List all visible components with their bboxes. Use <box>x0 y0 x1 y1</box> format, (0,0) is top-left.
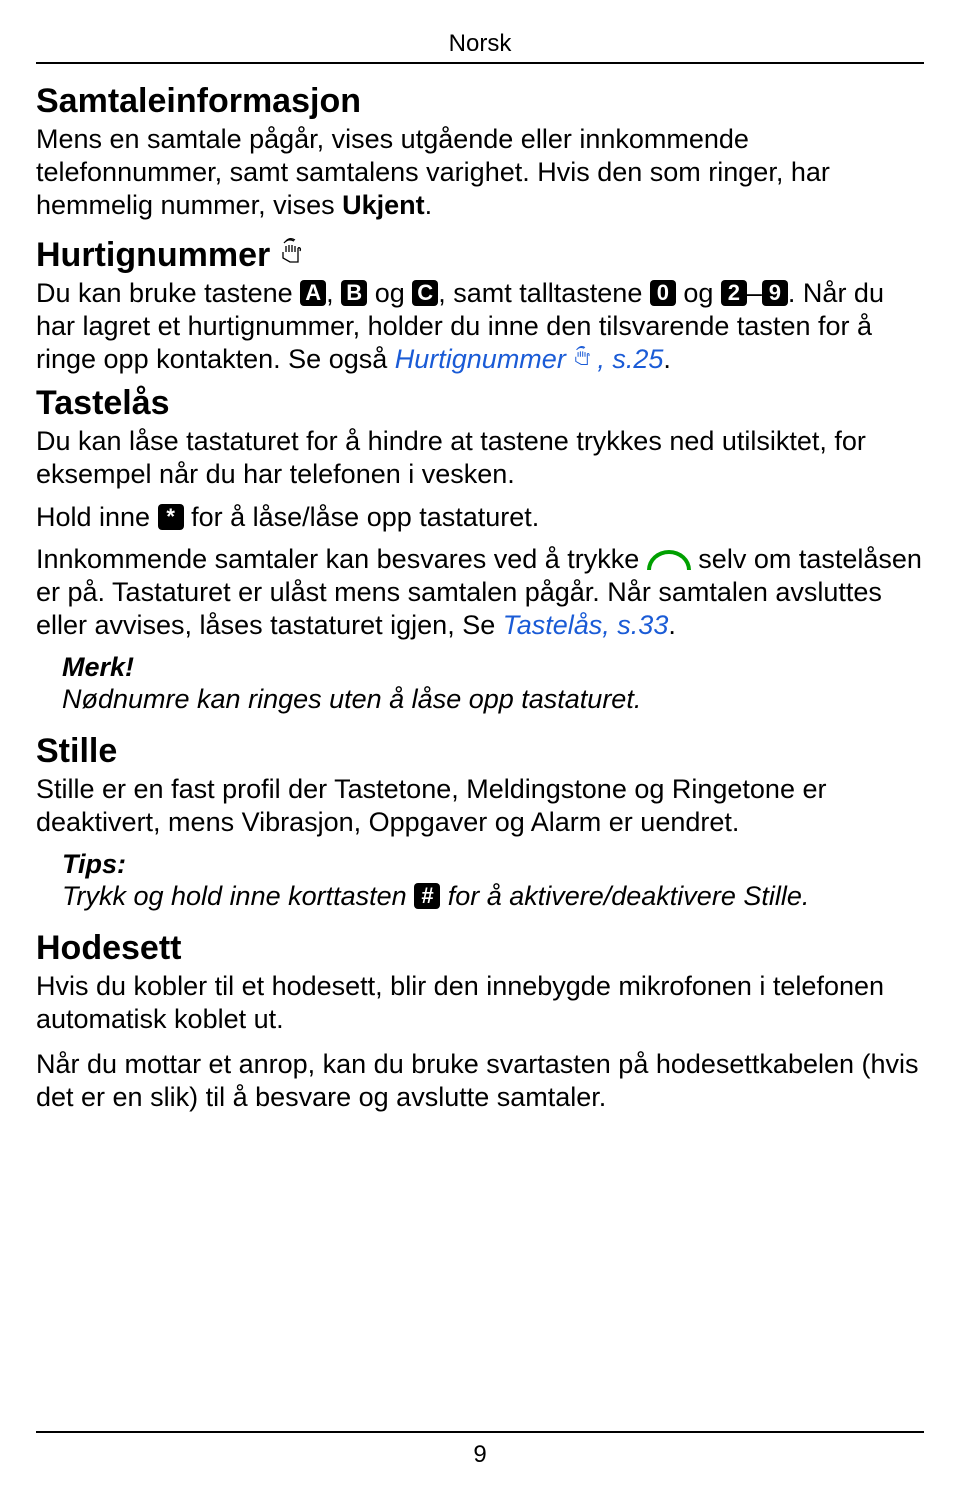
text: Innkommende samtaler kan besvares ved å … <box>36 544 647 574</box>
heading-hodesett: Hodesett <box>36 929 924 968</box>
paragraph-tastelas-3: Innkommende samtaler kan besvares ved å … <box>36 543 924 642</box>
text: og <box>676 278 721 308</box>
hand-icon <box>573 346 597 371</box>
text: Trykk og hold inne korttasten <box>62 881 414 911</box>
note-label: Merk! <box>62 652 924 683</box>
heading-stille: Stille <box>36 732 924 771</box>
paragraph-hodesett-2: Når du mottar et anrop, kan du bruke sva… <box>36 1048 924 1114</box>
paragraph-samtaleinformasjon: Mens en samtale pågår, vises utgående el… <box>36 123 924 222</box>
text: – <box>747 278 762 308</box>
page-language-header: Norsk <box>36 30 924 58</box>
key-9-icon: 9 <box>762 280 788 306</box>
paragraph-stille: Stille er en fast profil der Tastetone, … <box>36 773 924 839</box>
heading-samtaleinformasjon: Samtaleinformasjon <box>36 82 924 121</box>
note-merk: Merk! Nødnumre kan ringes uten å låse op… <box>36 652 924 716</box>
top-rule <box>36 62 924 64</box>
page-number: 9 <box>0 1441 960 1469</box>
text: Hold inne <box>36 502 158 532</box>
text: . <box>663 344 671 374</box>
hand-icon <box>280 238 310 269</box>
ref-page: , s.25 <box>597 344 663 374</box>
note-tips: Tips: Trykk og hold inne korttasten # fo… <box>36 849 924 913</box>
text-bold: Ukjent <box>342 190 425 220</box>
key-b-icon: B <box>341 280 367 306</box>
text: Du kan bruke tastene <box>36 278 300 308</box>
phone-answer-icon <box>647 550 691 570</box>
heading-tastelas: Tastelås <box>36 384 924 423</box>
crossref-hurtignummer: Hurtignummer , s.25 <box>395 344 664 374</box>
text: for å låse/låse opp tastaturet. <box>184 502 540 532</box>
paragraph-tastelas-1: Du kan låse tastaturet for å hindre at t… <box>36 425 924 491</box>
crossref-tastelas: Tastelås, s.33 <box>503 610 669 640</box>
text: , samt talltastene <box>438 278 650 308</box>
key-hash-icon: # <box>414 883 440 909</box>
key-0-icon: 0 <box>650 280 676 306</box>
bottom-rule <box>36 1431 924 1433</box>
text: og <box>367 278 412 308</box>
key-a-icon: A <box>300 280 326 306</box>
key-star-icon: * <box>158 504 184 530</box>
paragraph-tastelas-2: Hold inne * for å låse/låse opp tastatur… <box>36 501 924 534</box>
text: for å aktivere/deaktivere Stille. <box>440 881 809 911</box>
text: Mens en samtale pågår, vises utgående el… <box>36 124 830 220</box>
paragraph-hurtignummer: Du kan bruke tastene A, B og C, samt tal… <box>36 277 924 376</box>
note-body: Nødnumre kan ringes uten å låse opp tast… <box>62 683 924 716</box>
paragraph-hodesett-1: Hvis du kobler til et hodesett, blir den… <box>36 970 924 1036</box>
heading-hurtignummer: Hurtignummer <box>36 236 270 275</box>
note-body: Trykk og hold inne korttasten # for å ak… <box>62 880 924 913</box>
text: . <box>668 610 676 640</box>
note-label: Tips: <box>62 849 924 880</box>
ref-text: Hurtignummer <box>395 344 574 374</box>
text: , <box>326 278 341 308</box>
key-c-icon: C <box>412 280 438 306</box>
text: . <box>425 190 433 220</box>
key-2-icon: 2 <box>721 280 747 306</box>
